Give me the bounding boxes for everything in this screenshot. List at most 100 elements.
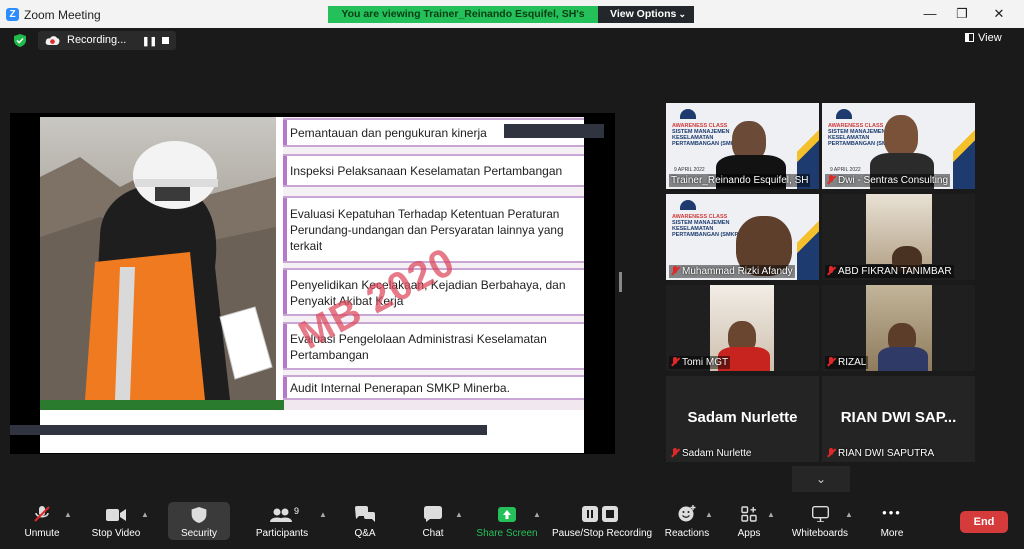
slide-item-text: Pemantauan dan pengukuran kinerja: [290, 126, 487, 140]
restore-button[interactable]: ❐: [948, 5, 976, 23]
participant-tile[interactable]: Sadam Nurlette Sadam Nurlette: [666, 376, 819, 462]
org-logo-icon: [680, 200, 696, 210]
pause-stop-recording-label: Pause/Stop Recording: [552, 528, 653, 539]
participants-button[interactable]: 9 Participants: [252, 498, 312, 549]
presentation-slide: Pemantauan dan pengukuran kinerja Inspek…: [40, 117, 584, 453]
shield-icon: [191, 507, 207, 523]
apps-icon: [741, 506, 757, 522]
close-button[interactable]: ✕: [985, 5, 1013, 23]
org-logo-icon: [680, 109, 696, 119]
chevron-up-icon[interactable]: ▲: [64, 510, 72, 519]
participant-tile[interactable]: AWARENESS CLASS SISTEM MANAJEMEN KESELAMA…: [666, 194, 819, 280]
reactions-button[interactable]: Reactions: [664, 498, 710, 549]
chevron-up-icon[interactable]: ▲: [141, 510, 149, 519]
view-button[interactable]: View: [965, 32, 1002, 44]
qa-label: Q&A: [354, 528, 376, 539]
muted-mic-icon: [671, 448, 679, 457]
redaction-bar: [504, 124, 604, 138]
redaction-bar: [10, 425, 487, 435]
meeting-toolbar: Unmute ▲ Stop Video ▲ Security 9 Partici…: [0, 498, 1024, 549]
participants-count: 9: [294, 506, 300, 516]
slide-item-text: Inspeksi Pelaksanaan Keselamatan Pertamb…: [290, 164, 563, 178]
participant-tile[interactable]: Tomi MGT: [666, 285, 819, 371]
meeting-top-bar: Recording... ❚❚ View: [0, 28, 1024, 52]
security-button[interactable]: Security: [168, 502, 230, 540]
zoom-logo-icon: Z: [6, 8, 19, 21]
chat-label: Chat: [422, 528, 444, 539]
thumb-date: 9 APRIL 2022: [674, 167, 705, 173]
reactions-label: Reactions: [664, 528, 710, 539]
qa-icon: [355, 506, 375, 522]
whiteboard-icon: [812, 506, 829, 522]
participant-tile[interactable]: RIAN DWI SAP... RIAN DWI SAPUTRA: [822, 376, 975, 462]
participant-name: RIZAL: [825, 356, 869, 369]
smiley-icon: [678, 505, 696, 522]
unmute-button[interactable]: Unmute: [18, 498, 66, 549]
participant-tile[interactable]: AWARENESS CLASS SISTEM MANAJEMEN KESELAMA…: [666, 103, 819, 189]
view-options-label: View Options: [610, 8, 677, 20]
scroll-participants-down-button[interactable]: ⌄: [792, 466, 850, 492]
whiteboards-button[interactable]: Whiteboards: [790, 498, 850, 549]
muted-mic-icon: [827, 266, 835, 275]
title-bar: Z Zoom Meeting You are viewing Trainer_R…: [0, 0, 1024, 37]
share-screen-icon: [498, 507, 516, 522]
chat-icon: [424, 506, 442, 522]
view-button-label: View: [978, 32, 1002, 44]
worker-photo: [40, 117, 276, 400]
pause-recording-icon[interactable]: ❚❚: [142, 36, 157, 47]
muted-mic-icon: [827, 175, 835, 184]
participant-display-name: RIAN DWI SAP...: [840, 409, 957, 426]
participant-name: Trainer_Reinando Esquifel, SH: [669, 174, 811, 187]
participants-icon: [270, 508, 292, 522]
chevron-up-icon[interactable]: ▲: [705, 510, 713, 519]
shield-check-icon[interactable]: [14, 34, 26, 47]
participant-name: Sadam Nurlette: [669, 447, 753, 460]
pause-stop-icon: [582, 506, 618, 522]
participant-name: ABD FIKRAN TANIMBAR: [825, 265, 954, 278]
participant-name: Tomi MGT: [669, 356, 731, 369]
muted-mic-icon: [671, 266, 679, 275]
view-options-button[interactable]: View Options ⌄: [598, 6, 694, 23]
recording-indicator: Recording... ❚❚: [38, 31, 176, 50]
chevron-up-icon[interactable]: ▲: [455, 510, 463, 519]
qa-button[interactable]: Q&A: [346, 498, 384, 549]
chat-button[interactable]: Chat: [416, 498, 450, 549]
slide-footer-light: [284, 400, 584, 410]
participant-name: RIAN DWI SAPUTRA: [825, 447, 936, 460]
stop-recording-icon[interactable]: [162, 37, 169, 44]
muted-mic-icon: [827, 448, 835, 457]
stop-video-button[interactable]: Stop Video: [88, 498, 144, 549]
apps-label: Apps: [737, 528, 761, 539]
mic-muted-icon: [34, 506, 50, 522]
participant-name: Muhammad Rizki Afandy: [669, 265, 795, 278]
chevron-up-icon[interactable]: ▲: [533, 510, 541, 519]
slide-footer-green: [40, 400, 284, 410]
whiteboards-label: Whiteboards: [791, 528, 849, 539]
video-camera-icon: [106, 509, 126, 521]
muted-mic-icon: [827, 357, 835, 366]
participant-display-name: Sadam Nurlette: [687, 409, 798, 426]
participant-tile[interactable]: AWARENESS CLASS SISTEM MANAJEMEN KESELAMA…: [822, 103, 975, 189]
apps-button[interactable]: Apps: [734, 498, 764, 549]
unmute-label: Unmute: [24, 528, 60, 539]
more-button[interactable]: ••• More: [874, 498, 910, 549]
chevron-up-icon[interactable]: ▲: [319, 510, 327, 519]
viewing-screen-banner: You are viewing Trainer_Reinando Esquife…: [328, 6, 598, 37]
participant-tile[interactable]: RIZAL: [822, 285, 975, 371]
layout-icon: [965, 33, 974, 42]
split-divider-handle[interactable]: [619, 272, 622, 292]
muted-mic-icon: [671, 357, 679, 366]
chevron-up-icon[interactable]: ▲: [767, 510, 775, 519]
slide-item: Inspeksi Pelaksanaan Keselamatan Pertamb…: [283, 154, 584, 187]
cloud-recording-icon: [45, 36, 60, 45]
share-screen-button[interactable]: Share Screen: [476, 498, 538, 549]
participants-label: Participants: [255, 528, 309, 539]
slide-item: Audit Internal Penerapan SMKP Minerba.: [283, 375, 584, 400]
worker-illustration: [40, 141, 276, 400]
chevron-up-icon[interactable]: ▲: [845, 510, 853, 519]
minimize-button[interactable]: —: [916, 5, 944, 23]
org-logo-icon: [836, 109, 852, 119]
end-meeting-button[interactable]: End: [960, 511, 1008, 533]
pause-stop-recording-button[interactable]: Pause/Stop Recording: [552, 498, 653, 549]
participant-tile[interactable]: ABD FIKRAN TANIMBAR: [822, 194, 975, 280]
